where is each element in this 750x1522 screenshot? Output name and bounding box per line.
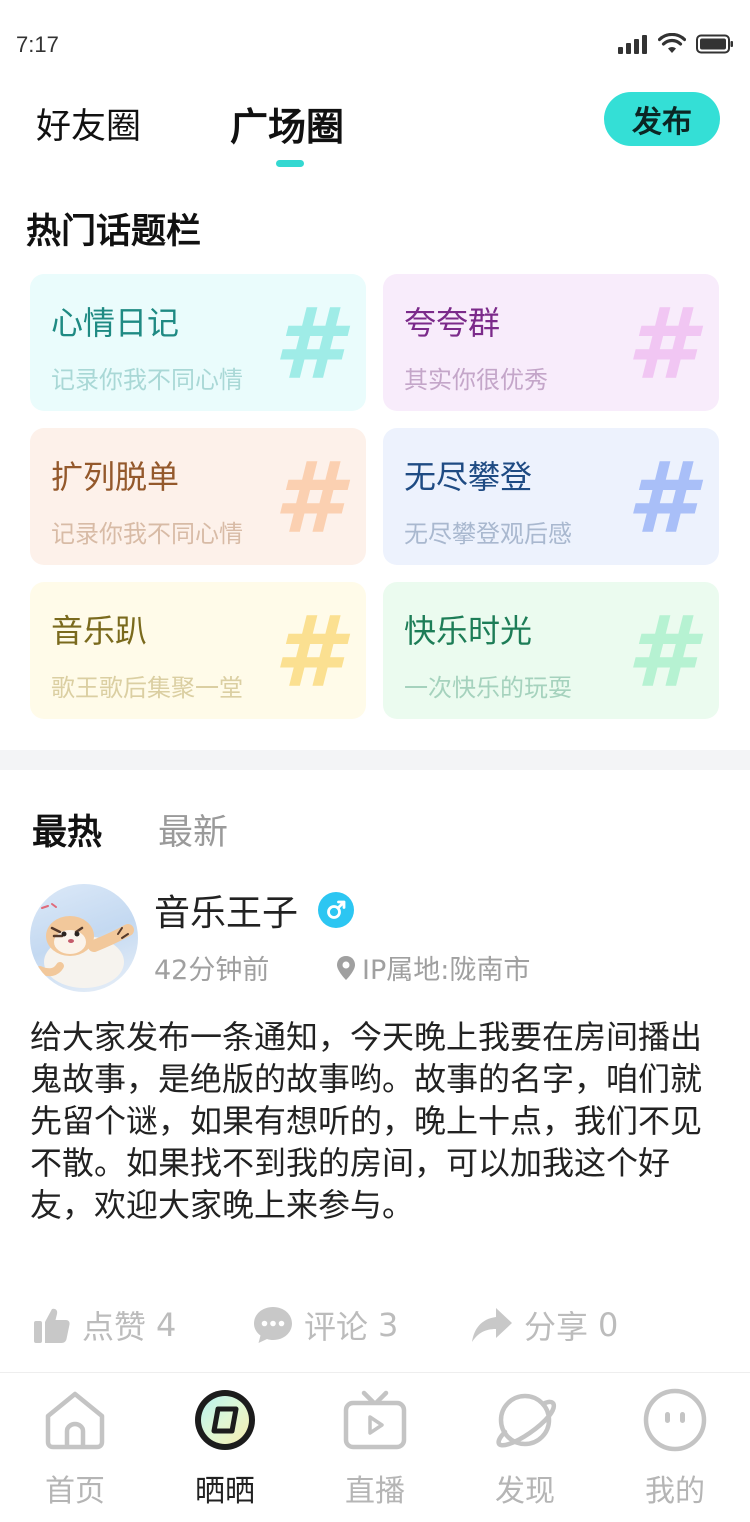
topic-card-subtitle: 记录你我不同心情 [51, 520, 243, 548]
planet-icon [496, 1393, 557, 1448]
thumbs-up-icon [34, 1308, 70, 1343]
topic-card-subtitle: 一次快乐的玩耍 [404, 674, 572, 702]
hashtag-icon: # [626, 288, 695, 402]
wifi-icon [658, 33, 686, 53]
battery-icon [696, 34, 733, 54]
nav-home[interactable]: 首页 [15, 1384, 135, 1514]
male-icon [318, 892, 354, 928]
nav-profile-label: 我的 [645, 1474, 705, 1509]
nav-home-label: 首页 [45, 1474, 105, 1509]
hashtag-icon: # [273, 596, 342, 710]
topic-card-title: 音乐趴 [51, 612, 148, 650]
tab-plaza-circle[interactable]: 广场圈 [230, 96, 344, 151]
topic-card-subtitle: 无尽攀登观后感 [404, 520, 572, 548]
section-divider [0, 750, 750, 770]
post-username[interactable]: 音乐王子 [154, 884, 298, 936]
active-tab-indicator [276, 160, 304, 167]
topic-card-title: 快乐时光 [404, 612, 533, 650]
topic-card-make-friends[interactable]: # 扩列脱单记录你我不同心情 [30, 428, 366, 565]
topic-card-subtitle: 记录你我不同心情 [51, 366, 243, 394]
sort-tab-hottest[interactable]: 最热 [32, 804, 102, 855]
topic-card-title: 扩列脱单 [51, 458, 180, 496]
topic-card-subtitle: 歌王歌后集聚一堂 [51, 674, 243, 702]
share-icon [472, 1308, 512, 1342]
comment-label: 评论 [304, 1308, 369, 1346]
topic-card-title: 夸夸群 [404, 304, 501, 342]
comment-icon [254, 1307, 292, 1343]
like-button[interactable]: 点赞 4 [32, 1302, 176, 1348]
topic-card-mood-diary[interactable]: # 心情日记记录你我不同心情 [30, 274, 366, 411]
comment-button[interactable]: 评论 3 [252, 1302, 398, 1348]
share-button[interactable]: 分享 0 [470, 1302, 618, 1348]
nav-live-label: 直播 [345, 1474, 405, 1509]
hashtag-icon: # [626, 442, 695, 556]
tab-friends-circle[interactable]: 好友圈 [36, 98, 141, 149]
like-count: 4 [156, 1306, 177, 1344]
hashtag-icon: # [273, 442, 342, 556]
topic-card-happy-time[interactable]: # 快乐时光一次快乐的玩耍 [383, 582, 719, 719]
nav-top-border [0, 1372, 750, 1373]
topic-card-endless-climb[interactable]: # 无尽攀登无尽攀登观后感 [383, 428, 719, 565]
comment-count: 3 [378, 1306, 399, 1344]
post-time: 42分钟前 [154, 955, 270, 986]
location-text: IP属地:陇南市 [362, 955, 531, 986]
tv-icon [343, 1390, 407, 1450]
post-location: IP属地:陇南市 [336, 948, 530, 987]
home-icon [45, 1391, 105, 1450]
topic-card-title: 无尽攀登 [404, 458, 533, 496]
nav-shaishai[interactable]: 晒晒 [165, 1384, 285, 1514]
nav-discover[interactable]: 发现 [465, 1384, 585, 1514]
topic-card-music-party[interactable]: # 音乐趴歌王歌后集聚一堂 [30, 582, 366, 719]
status-time: 7:17 [16, 32, 59, 57]
profile-icon [643, 1388, 707, 1452]
nav-shaishai-label: 晒晒 [195, 1474, 255, 1509]
sort-tab-newest[interactable]: 最新 [158, 804, 228, 855]
signal-icon [618, 35, 647, 54]
status-icons [618, 30, 734, 58]
publish-button[interactable]: 发布 [604, 92, 720, 146]
topic-card-praise-group[interactable]: # 夸夸群其实你很优秀 [383, 274, 719, 411]
shaishai-icon [195, 1390, 255, 1450]
topic-card-title: 心情日记 [51, 304, 180, 342]
share-label: 分享 [524, 1308, 589, 1346]
post-content[interactable]: 给大家发布一条通知，今天晚上我要在房间播出鬼故事，是绝版的故事哟。故事的名字，咱… [30, 1016, 720, 1226]
location-pin-icon [337, 955, 355, 980]
nav-live[interactable]: 直播 [315, 1384, 435, 1514]
tiger-avatar-illustration [36, 903, 134, 988]
hashtag-icon: # [626, 596, 695, 710]
share-count: 0 [598, 1306, 619, 1344]
nav-profile[interactable]: 我的 [615, 1384, 735, 1514]
nav-discover-label: 发现 [495, 1474, 555, 1509]
hot-topics-title: 热门话题栏 [26, 212, 202, 252]
topic-card-subtitle: 其实你很优秀 [404, 366, 548, 394]
hashtag-icon: # [273, 288, 342, 402]
avatar[interactable] [30, 884, 138, 992]
like-label: 点赞 [82, 1308, 147, 1346]
